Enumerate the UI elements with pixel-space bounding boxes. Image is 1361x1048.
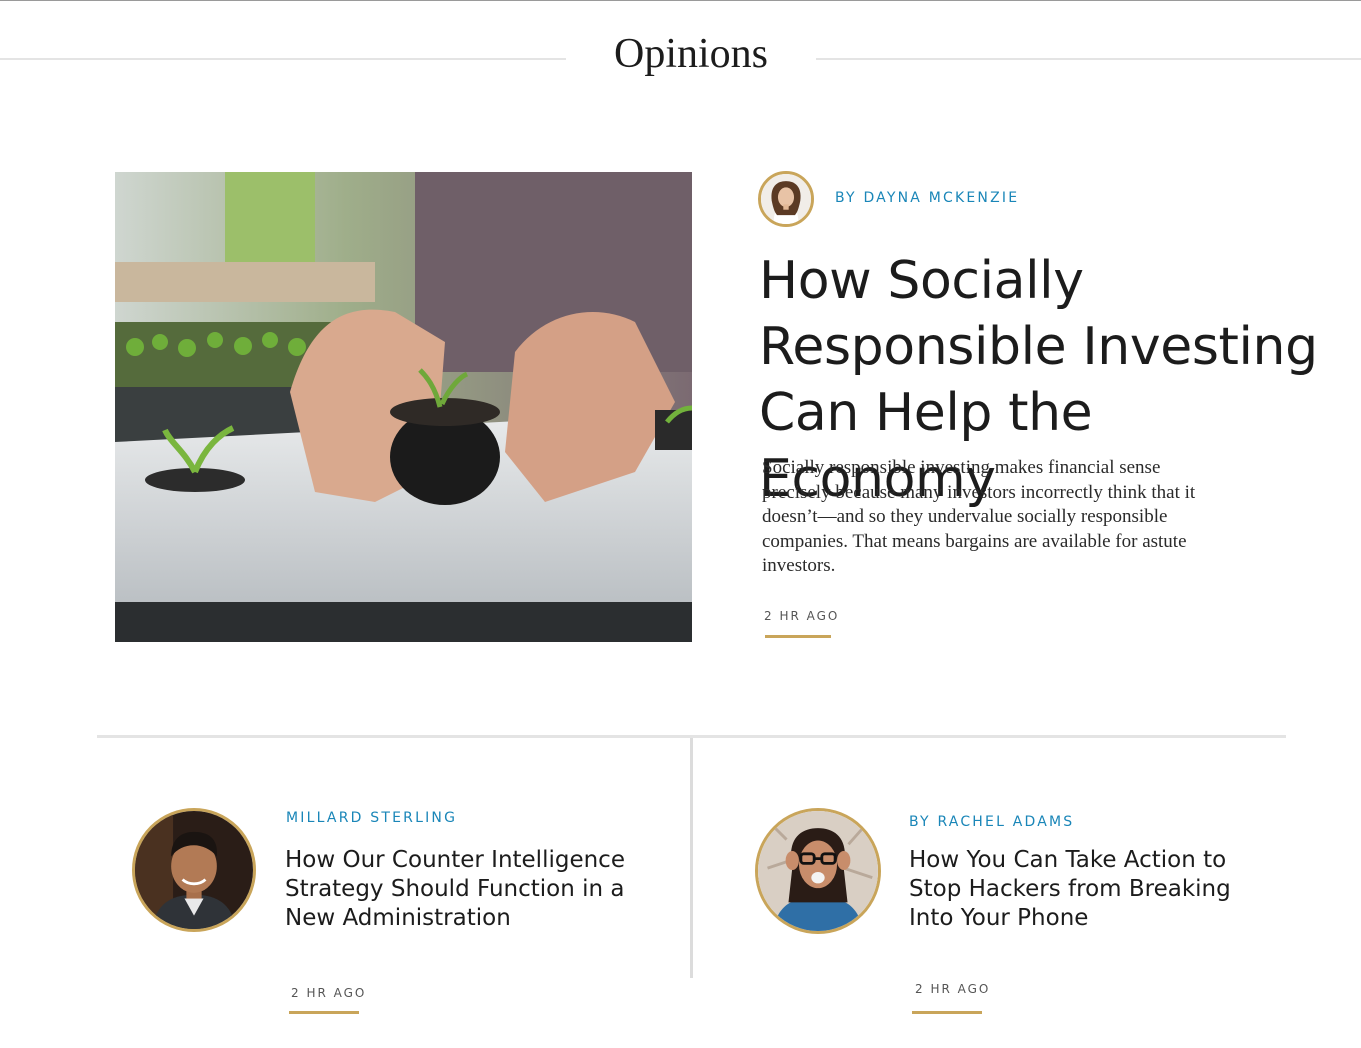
author-avatar-dayna[interactable] xyxy=(758,171,814,227)
author-avatar-millard[interactable] xyxy=(132,808,256,932)
author-avatar-rachel[interactable] xyxy=(755,808,881,934)
featured-excerpt: Socially responsible investing makes fin… xyxy=(762,457,1196,576)
article-1-timestamp: 2 HR AGO xyxy=(291,986,367,1000)
article-1-headline[interactable]: How Our Counter Intelligence Strategy Sh… xyxy=(285,846,625,933)
article-2-accent-rule xyxy=(912,1011,982,1014)
featured-image[interactable] xyxy=(115,172,692,642)
article-2-author-byline[interactable]: BY RACHEL ADAMS xyxy=(909,814,1074,830)
article-1-author-byline[interactable]: MILLARD STERLING xyxy=(286,810,457,826)
section-title: Opinions xyxy=(613,31,768,77)
top-border xyxy=(0,0,1361,1)
featured-accent-rule xyxy=(765,635,831,638)
column-divider xyxy=(690,738,693,978)
article-2-timestamp: 2 HR AGO xyxy=(915,982,991,996)
article-1-accent-rule xyxy=(289,1011,359,1014)
article-2-headline[interactable]: How You Can Take Action to Stop Hackers … xyxy=(909,846,1249,933)
section-header-rule-right xyxy=(816,58,1361,60)
section-header-rule-left xyxy=(0,58,566,60)
featured-author-byline[interactable]: BY DAYNA MCKENZIE xyxy=(835,190,1019,206)
featured-timestamp: 2 HR AGO xyxy=(764,609,840,623)
